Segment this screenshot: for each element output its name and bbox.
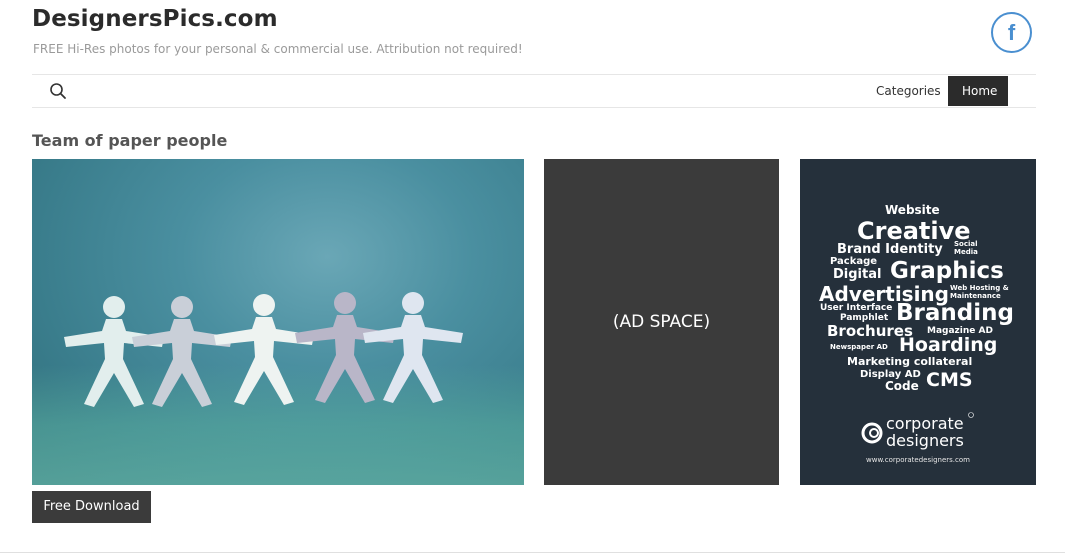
facebook-button[interactable]: f: [991, 12, 1032, 53]
corporate-designers-url: www.corporatedesigners.com: [866, 456, 970, 464]
nav-home-link[interactable]: Home: [948, 76, 1008, 106]
nav-categories-link[interactable]: Categories: [862, 76, 955, 106]
corporate-designers-logo: corporate designers: [861, 412, 974, 450]
post-title: Team of paper people: [32, 131, 228, 150]
navigation-bar: Categories Home: [32, 74, 1036, 108]
site-title[interactable]: DesignersPics.com: [32, 6, 278, 32]
svg-text:designers: designers: [886, 431, 964, 450]
divider: [0, 552, 1065, 553]
search-icon[interactable]: [49, 82, 67, 100]
ad-space-label: (AD SPACE): [612, 312, 711, 332]
facebook-icon: f: [1007, 20, 1016, 45]
corporate-designers-ad[interactable]: Website Creative Brand Identity Social M…: [800, 159, 1036, 485]
ad-space-placeholder[interactable]: (AD SPACE): [544, 159, 779, 485]
free-download-button[interactable]: Free Download: [32, 491, 151, 523]
paper-people-photo: [32, 159, 524, 485]
site-tagline: FREE Hi-Res photos for your personal & c…: [33, 42, 523, 56]
